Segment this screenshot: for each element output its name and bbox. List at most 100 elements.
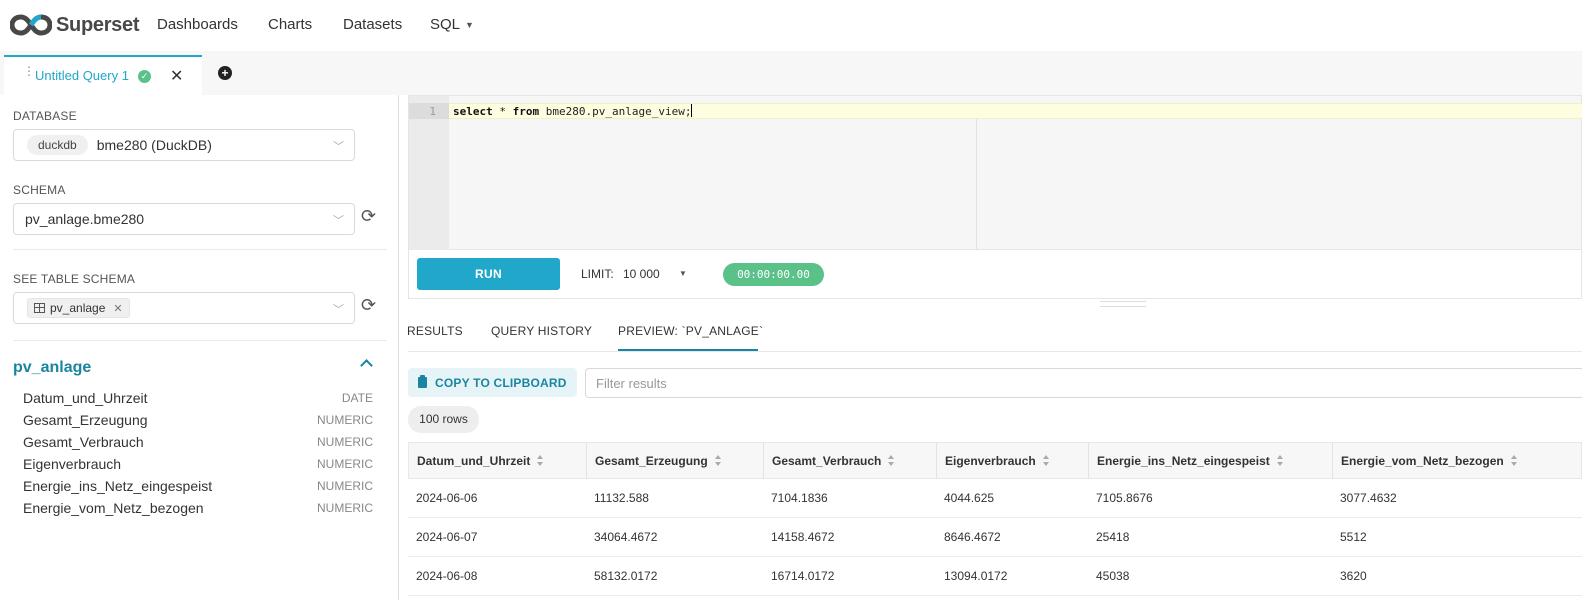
sort-icon[interactable] xyxy=(1276,455,1284,467)
column-type: DATE xyxy=(341,391,373,405)
table-cell: 25418 xyxy=(1096,530,1130,544)
table-cell: 58132.0172 xyxy=(594,569,658,583)
nav-dashboards[interactable]: Dashboards xyxy=(157,16,238,33)
table-cell: 45038 xyxy=(1096,569,1130,583)
sql-keyword: from xyxy=(512,105,540,118)
table-cell: 3077.4632 xyxy=(1340,491,1397,505)
database-select[interactable]: duckdb bme280 (DuckDB) ﹀ xyxy=(13,129,355,161)
column-header-label: Gesamt_Erzeugung xyxy=(595,454,708,468)
table-header: Datum_und_Uhrzeit Gesamt_Erzeugung Gesam… xyxy=(408,442,1582,479)
column-header[interactable]: Energie_ins_Netz_eingespeist xyxy=(1089,443,1333,479)
chevron-up-icon[interactable] xyxy=(360,359,373,372)
column-name: Gesamt_Erzeugung xyxy=(23,412,148,428)
clipboard-icon xyxy=(418,375,427,388)
remove-tag-icon[interactable]: ✕ xyxy=(113,302,122,315)
sort-icon[interactable] xyxy=(1510,455,1518,467)
top-navbar: Superset Dashboards Charts Datasets SQL … xyxy=(0,0,1582,50)
table-cell: 2024-06-08 xyxy=(416,569,478,583)
table-cell: 4044.625 xyxy=(944,491,995,505)
nav-datasets[interactable]: Datasets xyxy=(343,16,402,33)
resize-handle[interactable] xyxy=(1100,301,1146,307)
column-header-label: Gesamt_Verbrauch xyxy=(772,454,882,468)
column-header[interactable]: Gesamt_Erzeugung xyxy=(587,443,764,479)
column-item: Energie_vom_Netz_bezogen NUMERIC xyxy=(23,498,373,518)
table-cell: 2024-06-06 xyxy=(416,491,478,505)
sql-table-ref: bme280.pv_anlage_view; xyxy=(539,105,692,118)
sort-icon[interactable] xyxy=(1042,455,1050,467)
table-cell: 8646.4672 xyxy=(944,530,1001,544)
column-type: NUMERIC xyxy=(317,501,373,515)
tab-query-history[interactable]: QUERY HISTORY xyxy=(491,324,592,338)
schema-value: pv_anlage.bme280 xyxy=(25,211,145,227)
limit-dropdown[interactable]: 10 000 xyxy=(623,267,660,281)
editor-gutter xyxy=(409,96,449,251)
superset-logo-icon xyxy=(10,14,52,36)
sql-code[interactable]: select * from bme280.pv_anlage_view; xyxy=(453,104,693,118)
brand-logo[interactable]: Superset xyxy=(10,14,139,37)
left-sidebar: DATABASE duckdb bme280 (DuckDB) ﹀ SCHEMA… xyxy=(0,95,399,600)
chevron-down-icon: ﹀ xyxy=(333,141,344,153)
text-cursor xyxy=(691,104,693,117)
close-icon[interactable]: ✕ xyxy=(170,66,183,86)
column-header[interactable]: Gesamt_Verbrauch xyxy=(764,443,937,479)
active-tab-indicator xyxy=(618,349,758,351)
nav-sql-label: SQL xyxy=(430,16,461,33)
sql-keyword: select xyxy=(453,105,493,118)
run-button[interactable]: RUN xyxy=(417,258,560,290)
column-header[interactable]: Energie_vom_Netz_bezogen xyxy=(1333,443,1582,479)
refresh-icon[interactable]: ⟳ xyxy=(361,206,376,227)
check-circle-icon: ✓ xyxy=(138,70,151,83)
table-row: 2024-06-08 58132.0172 16714.0172 13094.0… xyxy=(408,557,1582,596)
table-cell: 7104.1836 xyxy=(771,491,828,505)
column-header[interactable]: Eigenverbrauch xyxy=(937,443,1089,479)
database-name: bme280 (DuckDB) xyxy=(96,137,212,153)
add-tab-icon[interactable]: + xyxy=(218,66,232,80)
nav-sql-menu[interactable]: SQL ▼ xyxy=(430,16,474,33)
run-toolbar: RUN LIMIT: 10 000 ▼ 00:00:00.00 xyxy=(408,250,1582,299)
table-cell: 7105.8676 xyxy=(1096,491,1153,505)
table-cell: 3620 xyxy=(1340,569,1367,583)
tab-preview[interactable]: PREVIEW: `PV_ANLAGE` xyxy=(618,324,763,338)
drag-handle-icon[interactable]: ⋮ xyxy=(23,65,35,77)
sql-star: * xyxy=(492,105,513,118)
table-schema-label: SEE TABLE SCHEMA xyxy=(13,272,136,286)
column-name: Energie_vom_Netz_bezogen xyxy=(23,500,204,516)
table-title[interactable]: pv_anlage xyxy=(13,359,91,377)
chevron-down-icon: ﹀ xyxy=(333,304,344,316)
query-tab-title: Untitled Query 1 xyxy=(35,68,129,83)
column-item: Gesamt_Erzeugung NUMERIC xyxy=(23,410,373,430)
copy-to-clipboard-button[interactable]: COPY TO CLIPBOARD xyxy=(408,368,577,397)
table-row: 2024-06-07 34064.4672 14158.4672 8646.46… xyxy=(408,518,1582,557)
query-tab[interactable]: ⋮ Untitled Query 1 ✓ ✕ xyxy=(4,55,202,95)
column-item: Gesamt_Verbrauch NUMERIC xyxy=(23,432,373,452)
schema-select[interactable]: pv_anlage.bme280 ﹀ xyxy=(13,203,355,235)
sql-editor[interactable]: 1 select * from bme280.pv_anlage_view; xyxy=(408,95,1582,251)
column-item: Energie_ins_Netz_eingespeist NUMERIC xyxy=(23,476,373,496)
sort-icon[interactable] xyxy=(714,455,722,467)
sort-icon[interactable] xyxy=(888,455,895,467)
column-item: Datum_und_Uhrzeit DATE xyxy=(23,388,373,408)
chevron-down-icon: ﹀ xyxy=(333,215,344,227)
nav-charts[interactable]: Charts xyxy=(268,16,312,33)
query-tab-bar: ⋮ Untitled Query 1 ✓ ✕ + xyxy=(0,51,1582,95)
table-cell: 16714.0172 xyxy=(771,569,835,583)
tabs-divider xyxy=(408,351,1582,352)
column-type: NUMERIC xyxy=(317,435,373,449)
column-type: NUMERIC xyxy=(317,413,373,427)
refresh-icon[interactable]: ⟳ xyxy=(361,295,376,316)
brand-name: Superset xyxy=(56,13,140,36)
column-header[interactable]: Datum_und_Uhrzeit xyxy=(409,443,587,479)
table-cell: 11132.588 xyxy=(594,491,649,505)
table-select[interactable]: pv_anlage ✕ ﹀ xyxy=(13,292,355,324)
limit-label: LIMIT: xyxy=(581,267,614,281)
table-cell: 14158.4672 xyxy=(771,530,835,544)
column-name: Gesamt_Verbrauch xyxy=(23,434,144,450)
column-header-label: Eigenverbrauch xyxy=(945,454,1036,468)
tab-results[interactable]: RESULTS xyxy=(407,324,463,338)
schema-label: SCHEMA xyxy=(13,183,66,197)
print-margin xyxy=(976,119,977,251)
filter-results-input[interactable] xyxy=(585,368,1582,398)
sort-icon[interactable] xyxy=(537,455,544,467)
divider xyxy=(13,340,387,341)
caret-down-icon[interactable]: ▼ xyxy=(679,269,687,278)
